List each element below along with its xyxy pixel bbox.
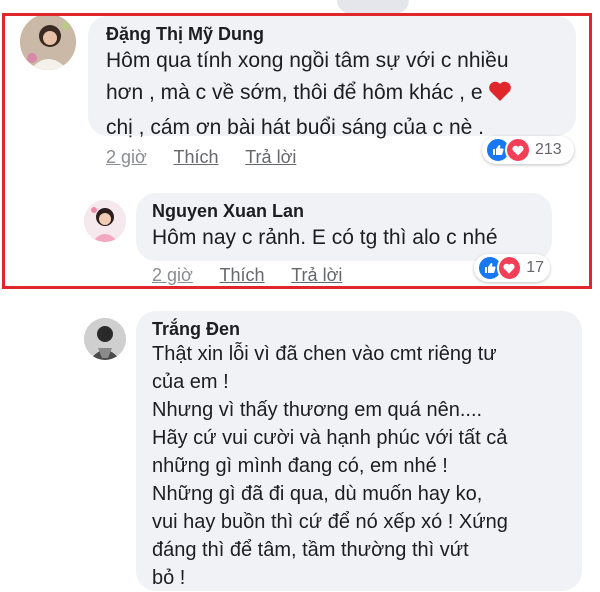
comment-line: những gì mình đang có, em nhé ! [152, 455, 448, 477]
top-tab-handle [337, 0, 409, 14]
comment-line: Thật xin lỗi vì đã chen vào cmt riêng tư [152, 343, 497, 365]
comment-text: Thật xin lỗi vì đã chen vào cmt riêng tư… [152, 340, 508, 592]
comment-line: Nhưng vì thấy thương em quá nên.... [152, 399, 483, 421]
red-highlight-box [2, 13, 592, 289]
avatar-photo-icon [84, 318, 126, 360]
comment-line: vui hay buồn thì cứ để nó xếp xó ! Xứng [152, 511, 508, 533]
comment-author[interactable]: Trắng Đen [152, 319, 240, 340]
comment-line: của em ! [152, 371, 229, 393]
comment-line: Những gì đã đi qua, dù muốn hay ko, [152, 483, 483, 505]
avatar-trang-den[interactable] [84, 318, 126, 360]
comment-line: bỏ ! [152, 567, 186, 589]
comment-line: đáng thì để tâm, tầm thường thì vứt [152, 539, 469, 561]
comment-line: Hãy cứ vui cười và hạnh phúc với tất cả [152, 427, 508, 449]
